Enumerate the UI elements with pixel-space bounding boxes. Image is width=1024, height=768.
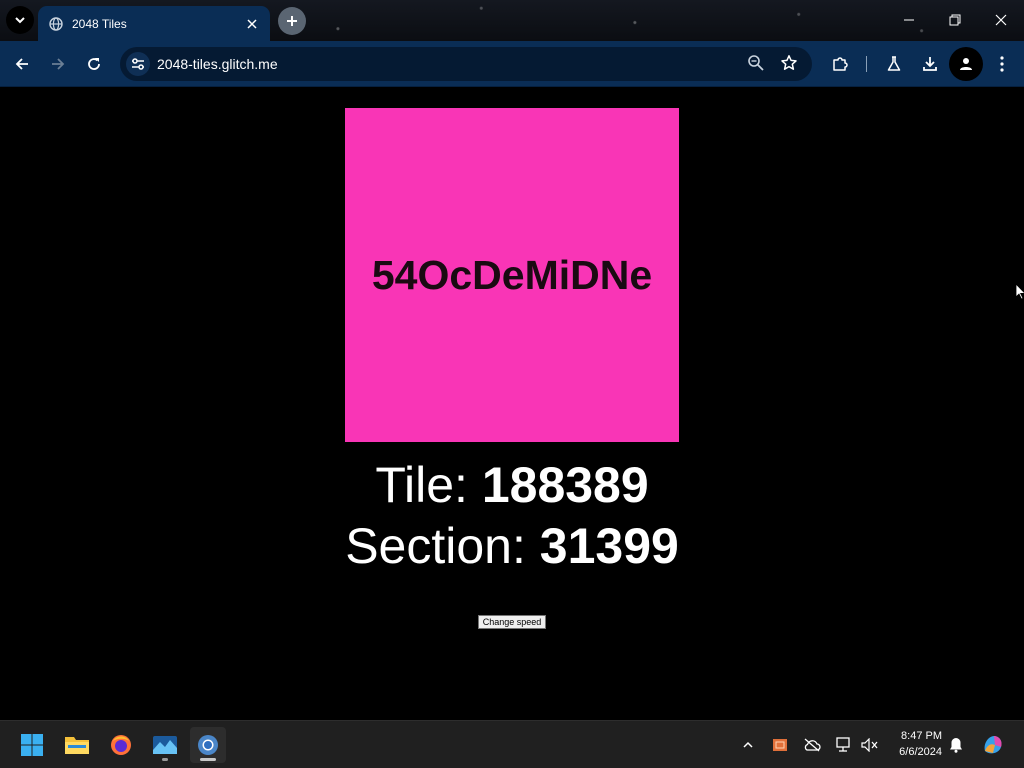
bell-icon	[950, 738, 962, 753]
plus-icon	[287, 16, 297, 26]
globe-icon	[48, 16, 64, 32]
browser-tab[interactable]: 2048 Tiles	[38, 6, 270, 41]
clock-time: 8:47 PM	[901, 730, 942, 742]
back-button[interactable]	[8, 50, 36, 78]
folder-icon	[65, 737, 89, 754]
windows-icon	[21, 734, 43, 756]
start-button[interactable]	[14, 727, 50, 763]
taskbar: 8:47 PM 6/6/2024	[0, 720, 1024, 768]
downloads-button[interactable]	[916, 50, 944, 78]
tray-app-button[interactable]	[770, 735, 790, 755]
reload-icon	[88, 58, 100, 70]
volume-mute-icon	[861, 738, 878, 752]
mouse-cursor-icon	[1016, 284, 1024, 300]
close-icon	[995, 14, 1007, 26]
cloud-off-icon	[804, 738, 821, 752]
arrow-left-icon	[15, 58, 28, 70]
firefox-icon	[111, 735, 131, 755]
show-hidden-icons-button[interactable]	[738, 735, 758, 755]
firefox-button[interactable]	[103, 727, 139, 763]
browser-title-bar: 2048 Tiles	[0, 0, 1024, 41]
close-icon	[247, 18, 257, 29]
labs-button[interactable]	[880, 50, 908, 78]
tab-title: 2048 Tiles	[72, 16, 127, 31]
tile-name: 54OcDeMiDNe	[371, 251, 653, 298]
minimize-icon	[904, 19, 914, 21]
copilot-icon	[984, 736, 1002, 754]
arrow-right-icon	[52, 58, 65, 70]
chevron-up-icon	[743, 741, 753, 748]
clock-date: 6/6/2024	[899, 746, 942, 758]
tune-icon	[132, 58, 144, 70]
app-tray-icon	[773, 739, 787, 751]
kebab-icon	[1000, 56, 1004, 72]
profile-button[interactable]	[949, 47, 983, 81]
chrome-icon	[198, 735, 218, 755]
active-indicator	[200, 758, 216, 761]
new-tab-button[interactable]	[278, 7, 306, 35]
network-icon	[836, 737, 850, 752]
download-icon	[923, 57, 937, 71]
photos-button[interactable]	[147, 727, 183, 763]
copilot-button[interactable]	[980, 732, 1006, 758]
person-icon	[960, 58, 972, 70]
onedrive-button[interactable]	[802, 735, 822, 755]
section-number: 31399	[539, 518, 679, 574]
tab-close-button[interactable]	[244, 16, 260, 32]
running-indicator	[162, 758, 168, 761]
tile-info: Tile: 188389	[0, 460, 1024, 510]
star-icon[interactable]	[780, 54, 798, 77]
tile-box: 54OcDeMiDNe	[345, 108, 679, 442]
clock[interactable]: 8:47 PM 6/6/2024	[884, 728, 942, 760]
change-speed-button[interactable]: Change speed	[478, 615, 546, 629]
url-text: 2048-tiles.glitch.me	[157, 56, 278, 72]
reload-button[interactable]	[80, 50, 108, 78]
photos-icon	[153, 736, 177, 754]
menu-button[interactable]	[988, 50, 1016, 78]
network-button[interactable]	[834, 735, 854, 755]
flask-icon	[887, 56, 901, 71]
tab-search-button[interactable]	[6, 6, 34, 34]
site-info-button[interactable]	[126, 52, 150, 76]
restore-icon	[949, 14, 961, 26]
extensions-button[interactable]	[826, 50, 854, 78]
notifications-button[interactable]	[946, 735, 966, 755]
file-explorer-button[interactable]	[59, 727, 95, 763]
page-content: 54OcDeMiDNe Tile: 188389 Section: 31399 …	[0, 88, 1024, 720]
zoom-icon[interactable]	[747, 54, 765, 77]
address-bar[interactable]: 2048-tiles.glitch.me	[120, 47, 812, 81]
section-label: Section:	[345, 518, 526, 574]
tile-number: 188389	[481, 457, 649, 513]
chrome-button[interactable]	[190, 727, 226, 763]
browser-toolbar: 2048-tiles.glitch.me	[0, 41, 1024, 87]
tile-label: Tile:	[375, 457, 468, 513]
minimize-button[interactable]	[886, 0, 932, 40]
puzzle-icon	[833, 57, 848, 71]
forward-button[interactable]	[44, 50, 72, 78]
volume-button[interactable]	[860, 735, 880, 755]
chevron-down-icon	[15, 17, 25, 24]
restore-button[interactable]	[932, 0, 978, 40]
section-info: Section: 31399	[0, 521, 1024, 571]
toolbar-separator	[866, 56, 867, 72]
close-window-button[interactable]	[978, 0, 1024, 40]
